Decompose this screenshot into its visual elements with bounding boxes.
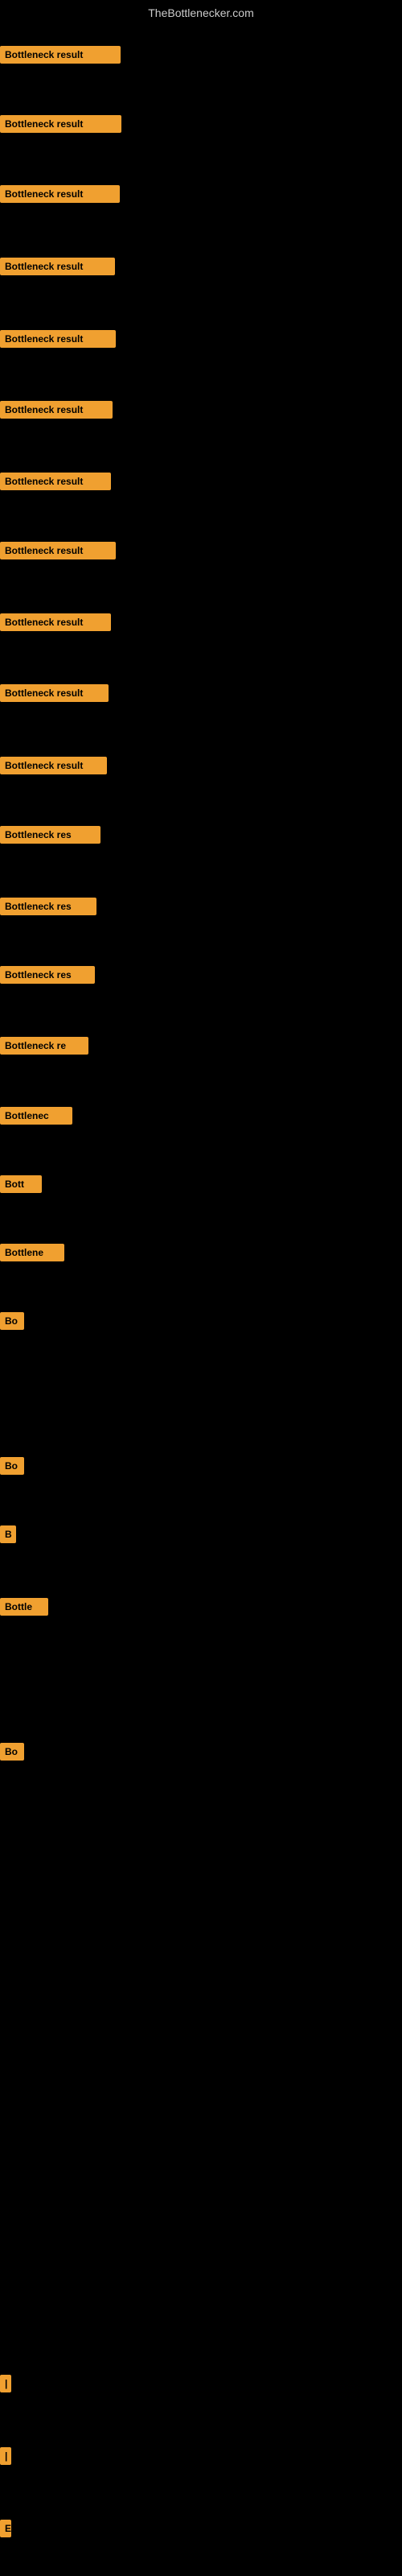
bottleneck-result-button[interactable]: Bottleneck result [0,473,111,490]
bottleneck-result-button[interactable]: Bottleneck result [0,757,107,774]
bottleneck-result-button[interactable]: | [0,2375,11,2392]
bottleneck-result-button[interactable]: Bottleneck re [0,1037,88,1055]
bottleneck-result-button[interactable]: Bo [0,1312,24,1330]
bottleneck-result-button[interactable]: B [0,1525,16,1543]
bottleneck-result-button[interactable]: Bottleneck result [0,613,111,631]
bottleneck-result-button[interactable]: Bottlenec [0,1107,72,1125]
bottleneck-result-button[interactable]: Bottleneck result [0,684,109,702]
bottleneck-result-button[interactable]: Bottleneck result [0,542,116,559]
bottleneck-result-button[interactable]: Bottle [0,1598,48,1616]
site-title: TheBottlenecker.com [0,0,402,23]
bottleneck-result-button[interactable]: Bottleneck result [0,115,121,133]
bottleneck-result-button[interactable]: Bottleneck result [0,258,115,275]
bottleneck-result-button[interactable]: Bottleneck result [0,185,120,203]
bottleneck-result-button[interactable]: Bott [0,1175,42,1193]
bottleneck-result-button[interactable]: Bottlene [0,1244,64,1261]
bottleneck-result-button[interactable]: Bottleneck res [0,898,96,915]
bottleneck-result-button[interactable]: Bottleneck res [0,826,100,844]
bottleneck-result-button[interactable]: Bottleneck result [0,401,113,419]
bottleneck-result-button[interactable]: Bo [0,1743,24,1761]
bottleneck-result-button[interactable]: Bo [0,1457,24,1475]
bottleneck-result-button[interactable]: | [0,2447,11,2465]
bottleneck-result-button[interactable]: Bottleneck result [0,46,121,64]
bottleneck-result-button[interactable]: E [0,2520,11,2537]
bottleneck-result-button[interactable]: Bottleneck res [0,966,95,984]
bottleneck-result-button[interactable]: Bottleneck result [0,330,116,348]
